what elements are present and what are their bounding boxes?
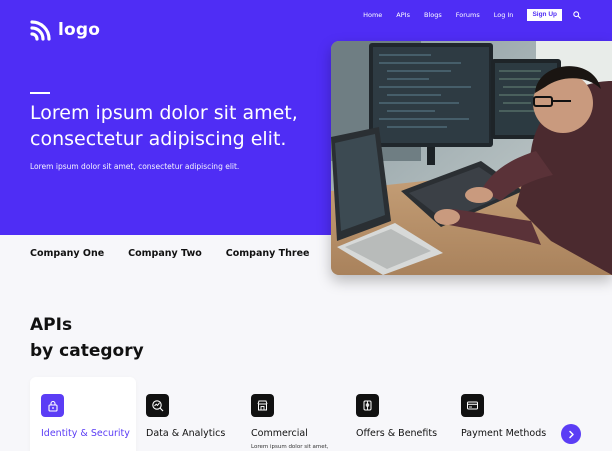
category-carousel: Identity & Security Data & Analytics Com… — [30, 377, 612, 451]
chevron-right-icon — [568, 430, 574, 438]
category-card-offers-benefits[interactable]: Offers & Benefits — [345, 377, 451, 451]
search-icon[interactable] — [572, 10, 582, 20]
hero-photo — [331, 41, 612, 275]
signup-button[interactable]: Sign Up — [527, 9, 562, 21]
carousel-next-button[interactable] — [561, 424, 581, 444]
company-logos-row: Company One Company Two Company Three — [30, 248, 309, 259]
category-label: Commercial — [251, 428, 308, 439]
logo-text: logo — [58, 20, 101, 40]
category-description: Lorem ipsum dolor sit amet, — [251, 444, 329, 450]
nav-blogs[interactable]: Blogs — [424, 9, 442, 21]
company-one: Company One — [30, 248, 105, 259]
category-label: Payment Methods — [461, 428, 547, 439]
hero-title: Lorem ipsum dolor sit amet, consectetur … — [30, 102, 298, 150]
category-label: Data & Analytics — [146, 428, 226, 439]
nav-login[interactable]: Log In — [494, 9, 514, 21]
category-card-data-analytics[interactable]: Data & Analytics — [135, 377, 241, 451]
category-card-commercial[interactable]: Commercial Lorem ipsum dolor sit amet, — [240, 377, 346, 451]
company-three: Company Three — [225, 248, 310, 259]
nav-forums[interactable]: Forums — [456, 9, 480, 21]
logo-icon — [30, 20, 51, 41]
apis-title-line1: APIs — [30, 315, 73, 335]
category-label: Offers & Benefits — [356, 428, 438, 439]
nav-home[interactable]: Home — [363, 9, 382, 21]
credit-card-icon — [461, 394, 484, 417]
category-card-payment-methods[interactable]: Payment Methods — [450, 377, 556, 451]
apis-title-line2: by category — [30, 341, 144, 361]
gift-icon — [356, 394, 379, 417]
company-two: Company Two — [128, 248, 202, 259]
nav-apis[interactable]: APIs — [396, 9, 410, 21]
hero-accent-rule — [30, 92, 50, 94]
category-card-identity-security[interactable]: Identity & Security — [30, 377, 136, 451]
analytics-icon — [146, 394, 169, 417]
apis-section-title: APIs by category — [30, 312, 144, 364]
logo[interactable]: logo — [30, 19, 100, 41]
category-label: Identity & Security — [41, 428, 130, 439]
top-nav: Home APIs Blogs Forums Log In Sign Up — [363, 9, 582, 21]
storefront-icon — [251, 394, 274, 417]
lock-icon — [41, 394, 64, 417]
hero-subtitle: Lorem ipsum dolor sit amet, consectetur … — [30, 162, 240, 171]
person-coding-photo-illustration — [331, 41, 612, 275]
